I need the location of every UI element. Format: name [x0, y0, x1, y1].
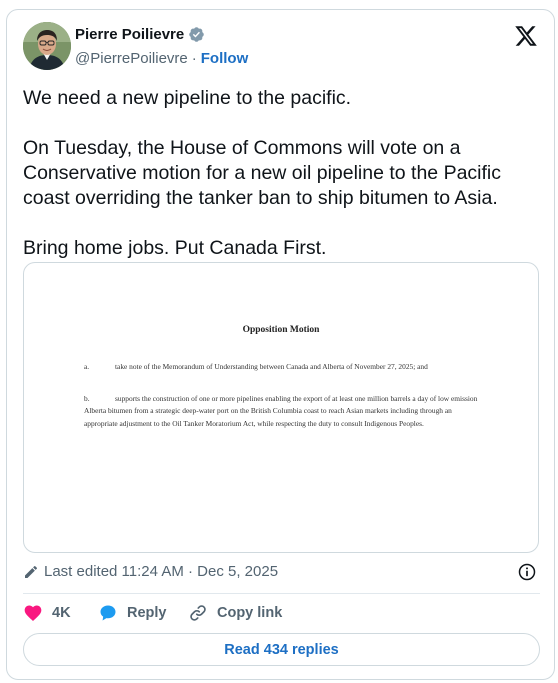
author-name[interactable]: Pierre Poilievre — [75, 26, 184, 43]
verified-badge-icon — [189, 27, 204, 42]
info-icon[interactable] — [517, 562, 537, 582]
edited-text[interactable]: Last edited 11:24 AM · Dec 5, 2025 — [44, 563, 278, 580]
edited-timestamp: Last edited 11:24 AM · Dec 5, 2025 — [23, 563, 278, 580]
author-name-row: Pierre Poilievre — [75, 26, 205, 43]
document-title: Opposition Motion — [242, 325, 320, 335]
like-button[interactable]: 4K — [23, 603, 98, 623]
tweet-text: We need a new pipeline to the pacific. O… — [23, 86, 543, 261]
copy-link-button[interactable]: Copy link — [188, 603, 282, 623]
document-item-text: supports the construction of one or more… — [84, 394, 478, 428]
reply-button[interactable]: Reply — [98, 603, 188, 623]
tweet-card: Pierre Poilievre @PierrePoilievre · Foll… — [6, 9, 555, 680]
author-handle[interactable]: @PierrePoilievre — [75, 50, 188, 67]
author-avatar[interactable] — [23, 22, 71, 70]
pencil-icon — [25, 565, 38, 578]
separator-dot: · — [191, 50, 197, 67]
read-replies-button[interactable]: Read 434 replies — [23, 633, 540, 666]
speech-bubble-icon — [100, 605, 116, 621]
document-image[interactable]: Opposition Motion a. take note of the Me… — [23, 262, 539, 553]
author-handle-row: @PierrePoilievre · Follow — [75, 50, 248, 67]
reply-label: Reply — [127, 605, 167, 621]
divider — [23, 593, 540, 594]
heart-icon — [24, 605, 42, 621]
copy-link-label: Copy link — [217, 605, 283, 621]
like-count: 4K — [52, 605, 71, 621]
tweet-paragraph: We need a new pipeline to the pacific. — [23, 87, 352, 109]
action-bar: 4K Reply Copy link — [23, 601, 282, 625]
follow-button[interactable]: Follow — [201, 50, 249, 67]
document-item-text: take note of the Memorandum of Understan… — [115, 362, 428, 371]
tweet-paragraph: On Tuesday, the House of Commons will vo… — [23, 137, 501, 209]
link-icon — [190, 605, 206, 621]
avatar-image — [23, 22, 71, 70]
x-logo-icon[interactable] — [514, 24, 538, 48]
tweet-paragraph: Bring home jobs. Put Canada First. — [23, 237, 327, 259]
